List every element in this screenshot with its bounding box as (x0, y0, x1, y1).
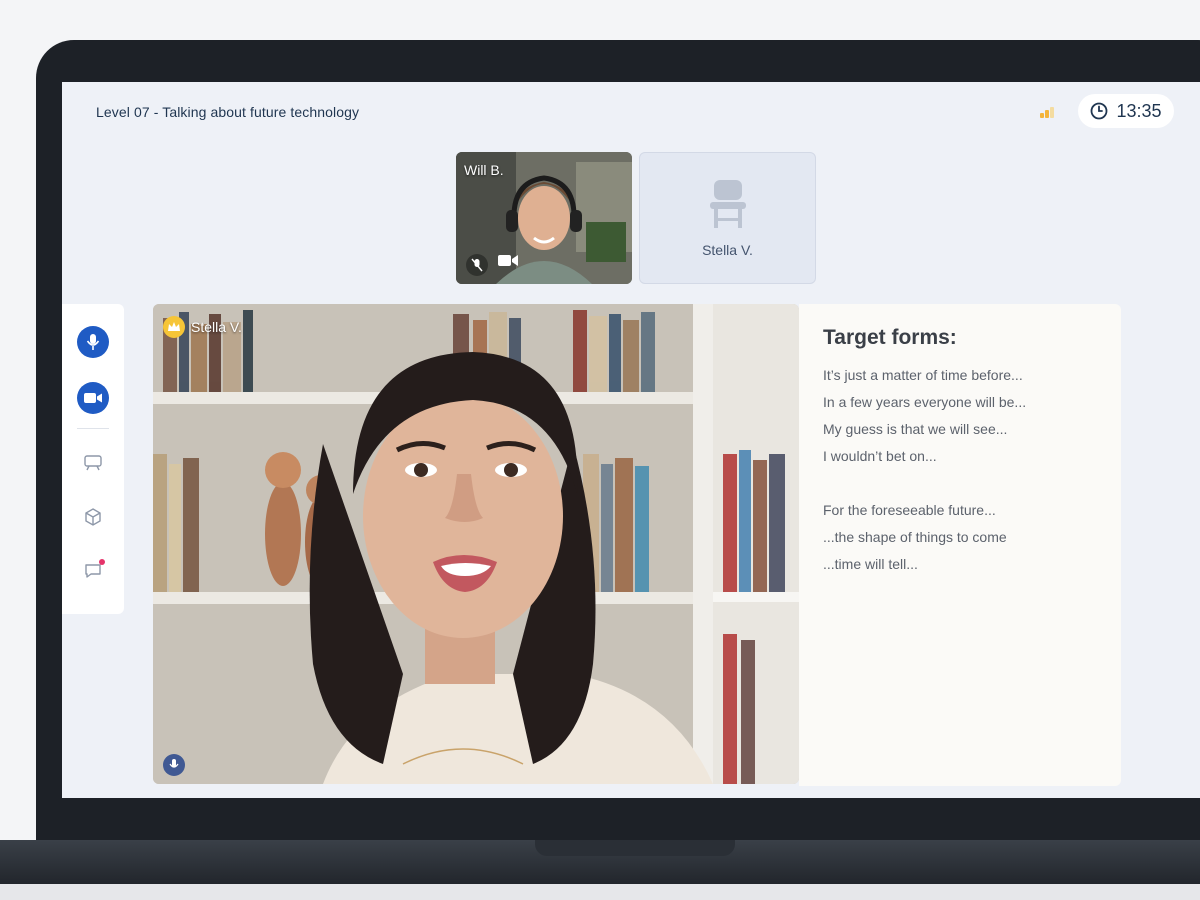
connection-signal-icon (1040, 106, 1058, 118)
lesson-title: Level 07 - Talking about future technolo… (96, 104, 360, 120)
laptop-shadow (0, 884, 1200, 900)
control-sidebar (62, 304, 124, 614)
target-phrase: In a few years everyone will be... (823, 394, 1027, 410)
whiteboard-button[interactable] (77, 447, 109, 479)
camera-icon (84, 393, 102, 403)
microphone-toggle-button[interactable] (77, 326, 109, 358)
whiteboard-icon (84, 455, 102, 471)
target-phrase: For the foreseeable future... (823, 502, 996, 518)
speaker-mic-icon (163, 754, 185, 776)
video-camera-icon (498, 254, 518, 272)
camera-toggle-button[interactable] (77, 382, 109, 414)
mic-icon (86, 334, 100, 350)
materials-button[interactable] (77, 501, 109, 533)
cube-icon (85, 508, 101, 526)
muted-mic-icon (466, 254, 488, 276)
participant-name-stella-seat: Stella V. (702, 242, 753, 258)
app-screen: Level 07 - Talking about future technolo… (62, 82, 1200, 798)
phrase-spacer (823, 470, 1097, 497)
target-forms-title: Target forms: (823, 326, 957, 349)
empty-chair-icon (709, 180, 746, 228)
sidebar-divider (77, 428, 109, 429)
clock-icon (1091, 102, 1108, 120)
timer-value: 13:35 (1116, 100, 1162, 121)
crown-icon (163, 316, 185, 338)
target-forms-panel: Target forms: It’s just a matter of time… (799, 304, 1121, 786)
main-speaker-label: Stella V. (163, 316, 242, 338)
participant-tile-stella[interactable]: Stella V. (639, 152, 816, 284)
main-speaker-name: Stella V. (191, 319, 242, 335)
target-phrase: I wouldn’t bet on... (823, 448, 937, 464)
speaker-video-frame (153, 304, 799, 784)
chat-icon (85, 564, 101, 578)
chat-button[interactable] (77, 555, 109, 587)
participant-tile-will[interactable]: Will B. (456, 152, 632, 284)
session-timer: 13:35 (1078, 94, 1174, 128)
participant-name-will: Will B. (464, 162, 504, 178)
target-phrase: ...time will tell... (823, 556, 918, 572)
chat-notification-dot (99, 559, 105, 565)
target-phrase: It’s just a matter of time before... (823, 367, 1023, 383)
target-phrase: ...the shape of things to come (823, 529, 1007, 545)
main-speaker-video: Stella V. (153, 304, 799, 784)
target-phrase: My guess is that we will see... (823, 421, 1008, 437)
laptop-notch (535, 840, 735, 856)
